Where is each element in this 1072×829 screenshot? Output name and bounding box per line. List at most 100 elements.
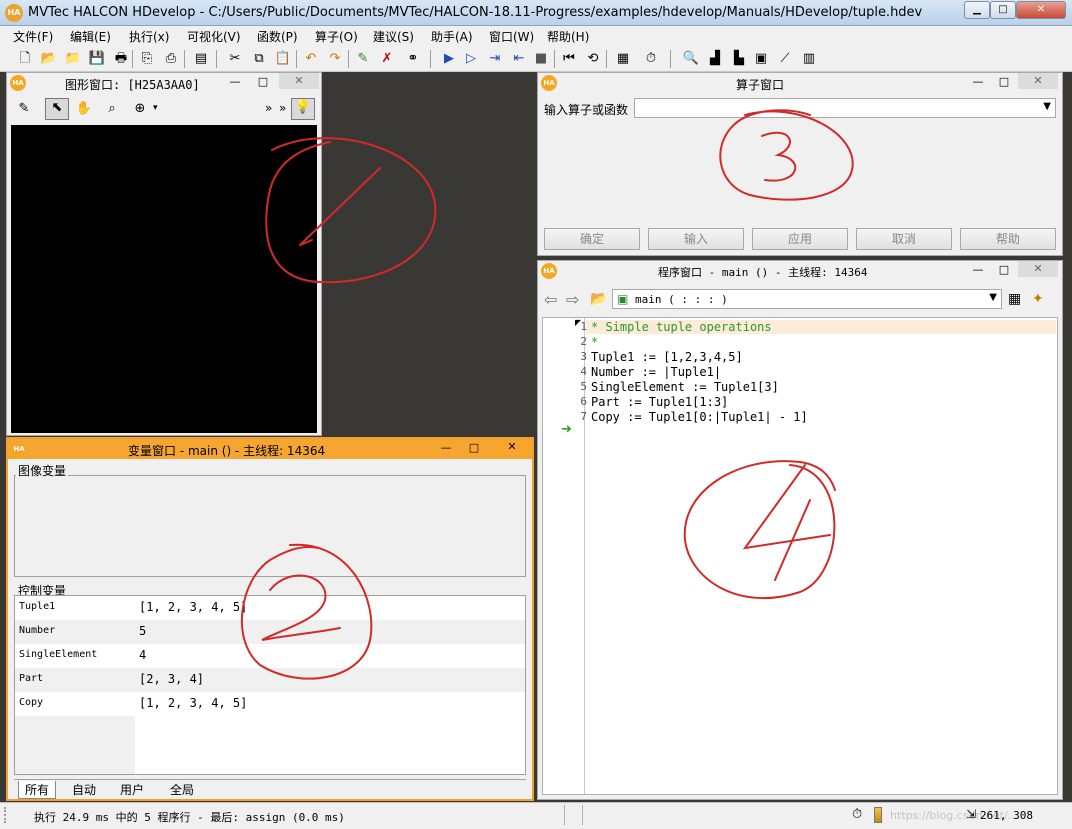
close-button[interactable]: ✕: [1018, 73, 1058, 89]
line-number: 5: [580, 380, 587, 393]
grip-icon: [4, 807, 18, 823]
find-icon[interactable]: ⚭: [404, 50, 422, 68]
close-button[interactable]: ✕: [1018, 261, 1058, 277]
more-chevron-icon[interactable]: »: [279, 101, 286, 115]
maximize-button[interactable]: □: [255, 75, 271, 89]
menu-file[interactable]: 文件(F): [13, 28, 53, 45]
procedure-settings-icon[interactable]: ✦: [1032, 291, 1044, 307]
menu-window[interactable]: 窗口(W): [489, 28, 534, 45]
edit-settings-icon[interactable]: ✎: [15, 100, 33, 118]
help-button[interactable]: 帮助: [960, 228, 1056, 250]
table-row[interactable]: Copy [1, 2, 3, 4, 5]: [15, 692, 525, 716]
menu-assistants[interactable]: 助手(A): [431, 28, 473, 45]
procedure-folder-icon[interactable]: 📂: [590, 291, 607, 307]
ok-button[interactable]: 确定: [544, 228, 640, 250]
procedure-icon[interactable]: ⎙: [162, 50, 180, 68]
maximize-button[interactable]: □: [996, 75, 1012, 89]
feature-inspection-icon[interactable]: ▣: [752, 50, 770, 68]
menu-functions[interactable]: 函数(P): [257, 28, 298, 45]
minimize-button[interactable]: —: [970, 263, 986, 277]
maximize-button[interactable]: □: [990, 1, 1016, 19]
menu-visualize[interactable]: 可视化(V): [187, 28, 241, 45]
menu-help[interactable]: 帮助(H): [547, 28, 589, 45]
reset-icon[interactable]: ⟲: [584, 50, 602, 68]
code-line[interactable]: SingleElement := Tuple1[3]: [591, 380, 779, 394]
profiler-icon[interactable]: ⏱: [642, 50, 660, 68]
operator-search-input[interactable]: ▼: [634, 98, 1056, 118]
apply-button[interactable]: 应用: [752, 228, 848, 250]
close-button[interactable]: ✕: [492, 439, 532, 455]
code-line[interactable]: *: [591, 335, 598, 349]
table-row[interactable]: SingleElement 4: [15, 644, 525, 668]
code-line[interactable]: * Simple tuple operations: [591, 320, 772, 334]
stop-icon[interactable]: ■: [532, 50, 550, 68]
maximize-button[interactable]: □: [996, 263, 1012, 277]
cancel-button[interactable]: 取消: [856, 228, 952, 250]
forward-arrow-icon[interactable]: ⇨: [566, 290, 579, 309]
program-icon[interactable]: ⎘: [138, 50, 156, 68]
move-hand-icon[interactable]: ✋: [75, 100, 93, 118]
minimize-button[interactable]: —: [227, 75, 243, 89]
redo-icon[interactable]: ↷: [326, 50, 344, 68]
step-out-icon[interactable]: ⇤: [510, 50, 528, 68]
minimize-button[interactable]: ▁: [964, 1, 990, 19]
lightbulb-icon[interactable]: 💡: [291, 98, 315, 120]
ocr-icon[interactable]: ▥: [800, 50, 818, 68]
more-chevron-icon[interactable]: »: [265, 101, 272, 115]
code-line[interactable]: Tuple1 := [1,2,3,4,5]: [591, 350, 743, 364]
paste-icon[interactable]: 📋: [274, 50, 292, 68]
procedure-select[interactable]: ▣ main ( : : : ) ▼: [612, 289, 1002, 309]
pointer-icon[interactable]: ⬉: [45, 98, 69, 120]
menu-operators[interactable]: 算子(O): [315, 28, 358, 45]
gray-histogram-icon[interactable]: ▟: [706, 50, 724, 68]
step-over-icon[interactable]: ▷: [462, 50, 480, 68]
feature-histogram-icon[interactable]: ▙: [730, 50, 748, 68]
activate-line-icon[interactable]: ✎: [354, 50, 372, 68]
zoom-window-icon[interactable]: 🔍: [682, 50, 700, 68]
graphics-canvas[interactable]: [11, 125, 317, 433]
step-into-icon[interactable]: ⇥: [486, 50, 504, 68]
maximize-button[interactable]: □: [466, 441, 482, 455]
edit-procedure-icon[interactable]: ▦: [1008, 291, 1021, 307]
enter-button[interactable]: 输入: [648, 228, 744, 250]
minimize-button[interactable]: —: [970, 75, 986, 89]
run-icon[interactable]: ▶: [440, 50, 458, 68]
menu-execute[interactable]: 执行(x): [129, 28, 169, 45]
properties-icon[interactable]: ▤: [192, 50, 210, 68]
code-line[interactable]: Part := Tuple1[1:3]: [591, 395, 728, 409]
print-icon[interactable]: 🖶: [112, 50, 130, 68]
copy-icon[interactable]: ⧉: [250, 50, 268, 68]
table-row[interactable]: Number 5: [15, 620, 525, 644]
close-button[interactable]: ✕: [1016, 1, 1066, 19]
reset-program-icon[interactable]: ⏮: [560, 50, 578, 68]
back-arrow-icon[interactable]: ⇦: [544, 290, 557, 309]
line-profile-icon[interactable]: ⟋: [776, 50, 794, 68]
tab-auto[interactable]: 自动: [72, 781, 96, 798]
open-file-icon[interactable]: 📂: [40, 50, 58, 68]
magnify-icon[interactable]: ⌕: [103, 100, 121, 118]
new-file-icon[interactable]: 🗋: [16, 50, 34, 68]
deactivate-line-icon[interactable]: ✗: [378, 50, 396, 68]
undo-icon[interactable]: ↶: [302, 50, 320, 68]
minimize-button[interactable]: —: [438, 441, 454, 455]
update-window-icon[interactable]: ▦: [614, 50, 632, 68]
menu-suggestions[interactable]: 建议(S): [373, 28, 414, 45]
dropdown-arrow-icon[interactable]: ▼: [989, 292, 997, 303]
menu-edit[interactable]: 编辑(E): [70, 28, 111, 45]
table-row[interactable]: Tuple1 [1, 2, 3, 4, 5]: [15, 596, 525, 620]
zoom-icon[interactable]: ⊕: [131, 100, 149, 118]
code-line[interactable]: Number := |Tuple1|: [591, 365, 721, 379]
zoom-dropdown-icon[interactable]: ▾: [153, 103, 158, 113]
control-variables-table: Tuple1 [1, 2, 3, 4, 5] Number 5 SingleEl…: [14, 595, 526, 775]
save-icon[interactable]: 💾: [88, 50, 106, 68]
code-editor[interactable]: ◤ 1 * Simple tuple operations 2 * 3 Tupl…: [542, 317, 1058, 795]
tab-user[interactable]: 用户: [120, 781, 144, 798]
cut-icon[interactable]: ✂: [226, 50, 244, 68]
table-row[interactable]: Part [2, 3, 4]: [15, 668, 525, 692]
tab-all[interactable]: 所有: [18, 781, 57, 799]
open-example-icon[interactable]: 📁: [64, 50, 82, 68]
dropdown-arrow-icon[interactable]: ▼: [1043, 101, 1051, 112]
close-button[interactable]: ✕: [279, 73, 319, 89]
code-line[interactable]: Copy := Tuple1[0:|Tuple1| - 1]: [591, 410, 808, 424]
tab-global[interactable]: 全局: [170, 781, 194, 798]
